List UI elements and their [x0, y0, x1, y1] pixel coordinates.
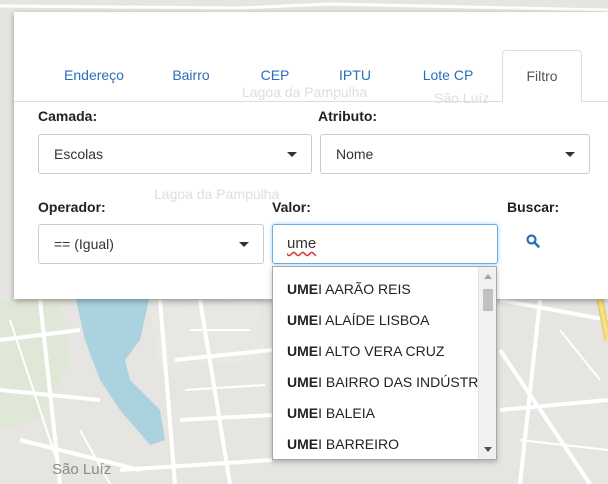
camada-select-value: Escolas — [54, 146, 104, 162]
chevron-down-icon — [239, 242, 249, 247]
atributo-select[interactable]: Nome — [320, 134, 590, 174]
tab-filtro[interactable]: Filtro — [502, 50, 582, 102]
tab-bairro[interactable]: Bairro — [165, 50, 217, 102]
map-label-sao-luiz: São Luíz — [52, 461, 112, 478]
list-item[interactable]: UMEI ALTO VERA CRUZ — [287, 343, 482, 359]
list-item-rest: I AARÃO REIS — [318, 281, 411, 297]
search-icon[interactable] — [526, 234, 540, 253]
valor-input[interactable]: ume — [272, 224, 498, 264]
operador-select[interactable]: == (Igual) — [38, 224, 264, 264]
list-item-rest: I ALTO VERA CRUZ — [318, 343, 445, 359]
list-item[interactable]: UMEI BALEIA — [287, 405, 482, 421]
list-item-match: UME — [287, 281, 319, 297]
camada-select[interactable]: Escolas — [38, 134, 312, 174]
map-label-lagoa-mid: Lagoa da Pampulha — [154, 186, 280, 202]
list-item[interactable]: UMEI BARREIRO — [287, 436, 482, 452]
list-item-rest: I BALEIA — [318, 405, 375, 421]
list-item[interactable]: UMEI AARÃO REIS — [287, 281, 482, 297]
list-item[interactable]: UMEI BAIRRO DAS INDÚSTRIAS — [287, 374, 482, 390]
atributo-label: Atributo: — [318, 108, 378, 124]
chevron-down-icon — [287, 152, 297, 157]
tab-cep[interactable]: CEP — [252, 50, 298, 102]
valor-input-text: ume — [287, 235, 317, 252]
operador-label: Operador: — [38, 199, 106, 215]
scroll-down-icon[interactable] — [484, 447, 492, 452]
scroll-up-icon[interactable] — [484, 274, 492, 279]
list-item-rest: I BAIRRO DAS INDÚSTRIAS — [318, 374, 482, 390]
dropdown-scrollbar[interactable] — [478, 267, 496, 459]
list-item-rest: I ALAÍDE LISBOA — [318, 312, 430, 328]
operador-select-value: == (Igual) — [54, 236, 114, 252]
tab-endereco[interactable]: Endereço — [56, 50, 132, 102]
tab-iptu[interactable]: IPTU — [330, 50, 380, 102]
search-panel: Lagoa da Pampulha São Luíz Lagoa da Pamp… — [14, 12, 608, 299]
camada-label: Camada: — [38, 108, 98, 124]
valor-label: Valor: — [272, 199, 311, 215]
scroll-thumb[interactable] — [483, 289, 493, 311]
chevron-down-icon — [565, 152, 575, 157]
list-item-match: UME — [287, 436, 319, 452]
list-item-match: UME — [287, 405, 319, 421]
atributo-select-value: Nome — [336, 146, 374, 162]
autocomplete-list[interactable]: UMEI AARÃO REIS UMEI ALAÍDE LISBOA UMEI … — [272, 266, 497, 460]
tab-lote-cp[interactable]: Lote CP — [410, 50, 486, 102]
list-item-match: UME — [287, 374, 319, 390]
tab-bar: Endereço Bairro CEP IPTU Lote CP Filtro — [14, 30, 608, 102]
list-item-match: UME — [287, 343, 319, 359]
list-item-rest: I BARREIRO — [318, 436, 400, 452]
list-item-match: UME — [287, 312, 319, 328]
buscar-label: Buscar: — [507, 199, 560, 215]
list-item[interactable]: UMEI ALAÍDE LISBOA — [287, 312, 482, 328]
